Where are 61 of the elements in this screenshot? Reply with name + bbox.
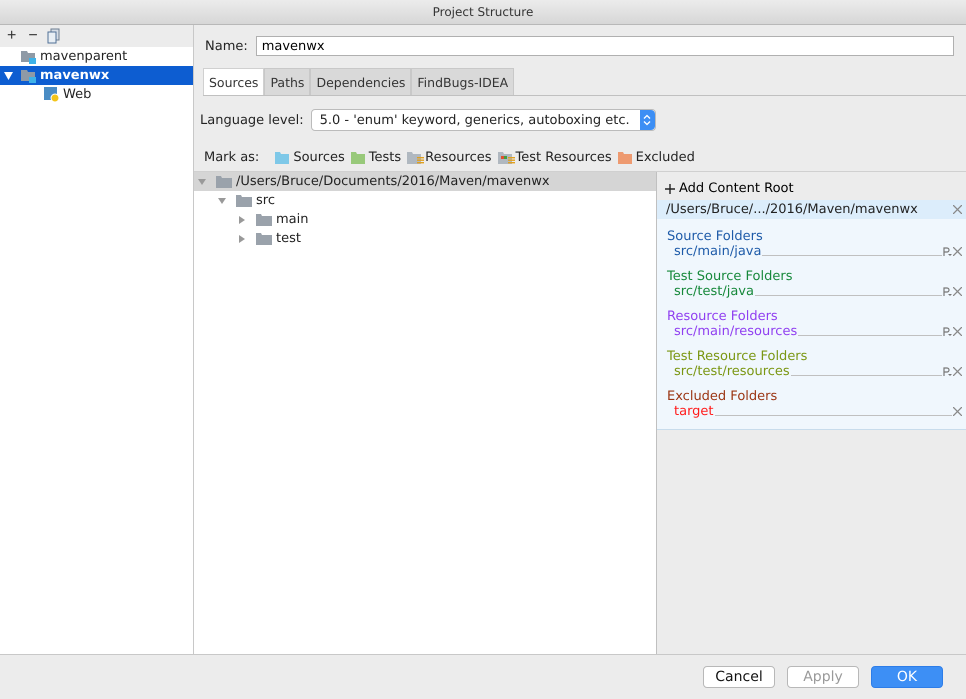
folder-icon: [216, 175, 232, 188]
folder-path: src/main/resources: [674, 324, 798, 339]
mark-as-button[interactable]: Sources: [275, 150, 345, 165]
properties-icon[interactable]: [943, 246, 952, 256]
mark-as-button[interactable]: Tests: [350, 150, 402, 165]
mark-as-button[interactable]: Test Resources: [498, 150, 612, 165]
tab[interactable]: Sources: [203, 68, 264, 95]
remove-icon[interactable]: [953, 287, 962, 296]
web-facet-icon: [44, 86, 60, 102]
remove-icon[interactable]: [953, 367, 962, 376]
folder-path: src/test/java: [674, 284, 754, 299]
properties-icon[interactable]: [943, 286, 952, 296]
remove-icon[interactable]: [953, 407, 962, 416]
remove-button[interactable]: −: [25, 28, 41, 44]
module-folder-icon: [21, 50, 37, 64]
mark-as-button[interactable]: Resources: [407, 150, 492, 165]
tab[interactable]: Dependencies: [310, 68, 412, 95]
folder-path: src/test/resources: [674, 364, 790, 379]
properties-icon[interactable]: [943, 326, 952, 336]
add-content-root-button[interactable]: Add Content Root: [657, 172, 966, 200]
folder-icon: [256, 232, 272, 245]
facet-item[interactable]: Web: [0, 85, 193, 104]
language-level-dropdown[interactable]: 5.0 - 'enum' keyword, generics, autoboxing etc.: [310, 109, 656, 131]
close-icon[interactable]: [953, 205, 962, 214]
folder-group-title: Resource Folders: [667, 309, 779, 324]
folder-path: target: [674, 404, 714, 419]
collapse-icon[interactable]: [238, 234, 246, 242]
tree-item[interactable]: src: [194, 191, 656, 210]
content-root-path: /Users/Bruce/.../2016/Maven/mavenwx: [666, 202, 918, 217]
name-label: Name:: [205, 38, 248, 54]
remove-icon[interactable]: [953, 327, 962, 336]
tab[interactable]: Paths: [264, 68, 310, 95]
module-item[interactable]: mavenwx: [0, 66, 193, 85]
expand-icon[interactable]: [218, 196, 226, 204]
tree-item[interactable]: /Users/Bruce/Documents/2016/Maven/mavenwx: [194, 172, 656, 191]
window-title: Project Structure: [432, 5, 534, 19]
module-item[interactable]: mavenparent: [0, 47, 193, 66]
module-folder-icon: [21, 68, 37, 82]
mark-as-label: Mark as:: [204, 150, 260, 165]
copy-icon[interactable]: [46, 28, 61, 44]
remove-icon[interactable]: [953, 247, 962, 256]
language-level-label: Language level:: [200, 112, 304, 128]
tree-item[interactable]: main: [194, 210, 656, 229]
folder-group-title: Test Resource Folders: [667, 349, 808, 364]
folder-group-title: Test Source Folders: [667, 269, 794, 284]
plus-icon: [665, 184, 675, 194]
mark-as-button[interactable]: Excluded: [618, 150, 695, 165]
folder-path: src/main/java: [674, 244, 762, 259]
add-button[interactable]: +: [4, 28, 20, 44]
tab[interactable]: FindBugs-IDEA: [411, 68, 514, 95]
stepper-icon: [643, 114, 652, 126]
name-field[interactable]: mavenwx: [256, 36, 954, 56]
folder-icon: [256, 213, 272, 226]
properties-icon[interactable]: [943, 366, 952, 376]
collapse-icon[interactable]: [238, 216, 246, 224]
dialog-button[interactable]: Cancel: [703, 666, 775, 688]
folder-icon: [236, 194, 252, 207]
tree-item[interactable]: test: [194, 229, 656, 248]
expand-icon[interactable]: [4, 72, 13, 80]
folder-group-title: Source Folders: [667, 229, 764, 244]
folder-group-title: Excluded Folders: [667, 389, 778, 404]
